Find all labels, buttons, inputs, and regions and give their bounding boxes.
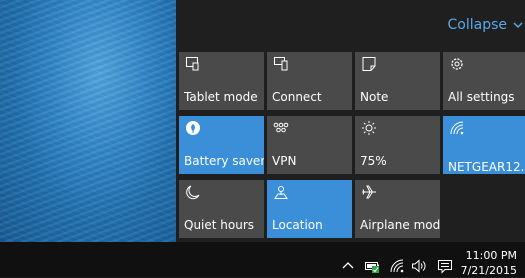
tile-label: Quiet hours bbox=[184, 218, 255, 232]
notification-icon[interactable] bbox=[437, 258, 453, 274]
battery-saver-icon bbox=[186, 121, 200, 135]
tile-label: All settings bbox=[448, 90, 515, 104]
tile-airplane-mode[interactable]: Airplane mode bbox=[355, 180, 440, 238]
clock-time: 11:00 PM bbox=[465, 249, 517, 262]
tile-battery-saver[interactable]: Battery saver bbox=[179, 116, 264, 174]
tile-label: VPN bbox=[272, 154, 297, 168]
tile-quiet-hours[interactable]: Quiet hours bbox=[179, 180, 264, 238]
tile-connect[interactable]: Connect bbox=[267, 52, 352, 110]
wifi-icon[interactable] bbox=[389, 258, 405, 274]
tile-label: Note bbox=[360, 90, 389, 104]
location-icon bbox=[274, 186, 288, 199]
taskbar-clock[interactable]: 11:00 PM 7/21/2015 bbox=[461, 248, 517, 278]
brightness-icon bbox=[362, 121, 376, 135]
clock-date: 7/21/2015 bbox=[460, 264, 517, 277]
action-center-panel: Collapse Tablet mode Connect Note All se… bbox=[176, 0, 525, 242]
tile-label: 75% bbox=[360, 154, 387, 168]
chevron-down-icon bbox=[513, 21, 523, 28]
connect-icon bbox=[274, 57, 288, 71]
collapse-button[interactable]: Collapse bbox=[448, 17, 524, 33]
tablet-mode-icon bbox=[186, 57, 199, 71]
chevron-up-icon[interactable] bbox=[340, 258, 356, 274]
note-icon bbox=[362, 57, 376, 71]
tile-all-settings[interactable]: All settings bbox=[443, 52, 525, 110]
vpn-icon bbox=[273, 122, 289, 133]
tile-label: Connect bbox=[272, 90, 322, 104]
desktop-wallpaper bbox=[0, 0, 180, 242]
tile-vpn[interactable]: VPN bbox=[267, 116, 352, 174]
tile-label: Battery saver bbox=[184, 154, 264, 168]
settings-gear-icon bbox=[451, 58, 463, 70]
tile-brightness[interactable]: 75% bbox=[355, 116, 440, 174]
tile-label: Airplane mode bbox=[360, 218, 440, 232]
tile-label: NETGEAR12... bbox=[448, 160, 525, 174]
tile-note[interactable]: Note bbox=[355, 52, 440, 110]
tile-wifi-network[interactable]: NETGEAR12... bbox=[443, 116, 525, 174]
taskbar: 11:00 PM 7/21/2015 bbox=[0, 242, 525, 277]
volume-icon[interactable] bbox=[411, 258, 427, 274]
collapse-label: Collapse bbox=[447, 17, 508, 33]
tile-tablet-mode[interactable]: Tablet mode bbox=[179, 52, 264, 110]
tile-location[interactable]: Location bbox=[267, 180, 352, 238]
moon-icon bbox=[186, 185, 200, 200]
tile-label: Location bbox=[272, 218, 323, 232]
tile-label: Tablet mode bbox=[184, 90, 258, 104]
wifi-icon bbox=[450, 121, 464, 135]
battery-icon[interactable] bbox=[364, 258, 380, 274]
airplane-icon bbox=[362, 185, 376, 199]
